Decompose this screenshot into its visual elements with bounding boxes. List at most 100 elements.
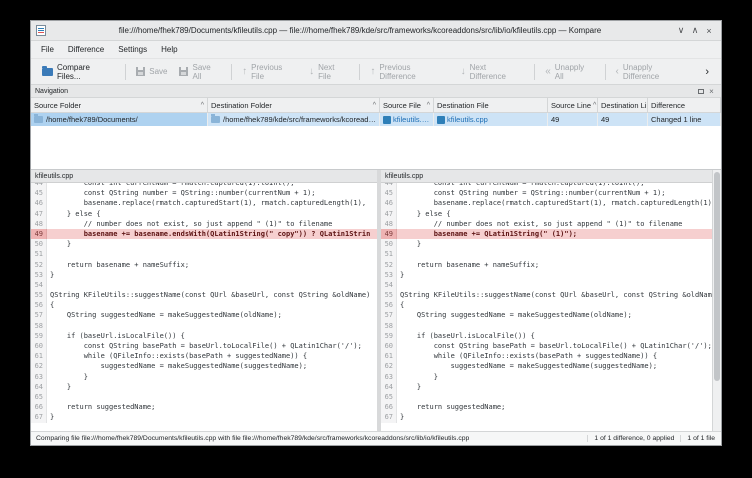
close-button[interactable]: × (702, 24, 716, 38)
code-line[interactable]: 50 } (381, 239, 712, 249)
code-line[interactable]: 58 (381, 321, 712, 331)
code-text: // number does not exist, so just append… (47, 219, 332, 229)
code-text: QString KFileUtils::suggestName(const QU… (47, 290, 370, 300)
navigation-row[interactable]: /home/fhek789/Documents/ /home/fhek789/k… (31, 113, 721, 126)
code-line[interactable]: 61 while (QFileInfo::exists(basePath + s… (31, 351, 377, 361)
code-line[interactable]: 51 (31, 249, 377, 259)
maximize-button[interactable]: ∧ (688, 24, 702, 38)
source-line-cell[interactable]: 49 (548, 113, 598, 126)
code-line[interactable]: 45 const QString number = QString::numbe… (381, 188, 712, 198)
line-number: 56 (31, 300, 47, 310)
code-line[interactable]: 47 } else { (31, 209, 377, 219)
source-folder-cell[interactable]: /home/fhek789/Documents/ (31, 113, 208, 126)
column-header-source-line[interactable]: Source Line ^ (548, 98, 598, 113)
line-number: 55 (381, 290, 397, 300)
diff-line[interactable]: 49 basename += basename.endsWith(QLatin1… (31, 229, 377, 239)
line-number: 57 (381, 310, 397, 320)
column-header-difference[interactable]: Difference (648, 98, 721, 113)
menu-file[interactable]: File (34, 43, 61, 56)
menu-settings[interactable]: Settings (111, 43, 154, 56)
code-line[interactable]: 50 } (31, 239, 377, 249)
code-text (47, 392, 50, 402)
float-icon[interactable] (695, 87, 706, 96)
destination-file-cell[interactable]: kfileutils.cpp (434, 113, 548, 126)
column-header-source-file[interactable]: Source File ^ (380, 98, 434, 113)
line-number: 48 (31, 219, 47, 229)
code-line[interactable]: 53} (381, 270, 712, 280)
navigation-table-header: Source Folder ^ Destination Folder ^ Sou… (31, 98, 721, 113)
column-header-destination-file[interactable]: Destination File (434, 98, 548, 113)
menu-difference[interactable]: Difference (61, 43, 111, 56)
source-code-view[interactable]: 44 const int currentNum = rmatch.capture… (31, 183, 377, 431)
unapply-difference-button[interactable]: ‹ Unapply Difference (611, 60, 696, 84)
line-number: 62 (31, 361, 47, 371)
previous-file-button[interactable]: ↑ Previous File (237, 60, 302, 84)
compare-files-button[interactable]: Compare Files... (37, 60, 120, 84)
save-button[interactable]: Save (131, 64, 172, 79)
code-line[interactable]: 63 } (31, 372, 377, 382)
dock-close-icon[interactable]: × (706, 87, 717, 96)
code-line[interactable]: 48 // number does not exist, so just app… (31, 219, 377, 229)
destination-code-view[interactable]: 44 const int currentNum = rmatch.capture… (381, 183, 712, 431)
code-line[interactable]: 63 } (381, 372, 712, 382)
next-difference-button[interactable]: ↓ Next Difference (456, 60, 530, 84)
cpp-file-icon (437, 116, 445, 124)
code-line[interactable]: 56{ (381, 300, 712, 310)
code-line[interactable]: 58 (31, 321, 377, 331)
minimize-button[interactable]: ∨ (674, 24, 688, 38)
line-number: 67 (31, 412, 47, 422)
column-header-destination-line[interactable]: Destination Lin (598, 98, 648, 113)
save-all-button[interactable]: Save All (174, 60, 226, 84)
line-number: 58 (381, 321, 397, 331)
code-line[interactable]: 51 (381, 249, 712, 259)
code-line[interactable]: 54 (381, 280, 712, 290)
line-number: 60 (381, 341, 397, 351)
code-line[interactable]: 57 QString suggestedName = makeSuggested… (31, 310, 377, 320)
code-line[interactable]: 61 while (QFileInfo::exists(basePath + s… (381, 351, 712, 361)
code-line[interactable]: 56{ (31, 300, 377, 310)
code-line[interactable]: 52 return basename + nameSuffix; (31, 260, 377, 270)
code-line[interactable]: 55QString KFileUtils::suggestName(const … (381, 290, 712, 300)
diff-line[interactable]: 49 basename += QLatin1String(" (1)"); (381, 229, 712, 239)
code-line[interactable]: 65 (381, 392, 712, 402)
code-line[interactable]: 55QString KFileUtils::suggestName(const … (31, 290, 377, 300)
column-header-destination-folder[interactable]: Destination Folder ^ (208, 98, 380, 113)
column-header-source-folder[interactable]: Source Folder ^ (31, 98, 208, 113)
code-line[interactable]: 60 const QString basePath = baseUrl.toLo… (31, 341, 377, 351)
code-line[interactable]: 59 if (baseUrl.isLocalFile()) { (381, 331, 712, 341)
code-line[interactable]: 47 } else { (381, 209, 712, 219)
vertical-scrollbar[interactable] (712, 170, 721, 431)
code-line[interactable]: 46 basename.replace(rmatch.capturedStart… (381, 198, 712, 208)
code-line[interactable]: 64 } (31, 382, 377, 392)
unapply-all-button[interactable]: « Unapply All (540, 60, 599, 84)
code-line[interactable]: 62 suggestedName = makeSuggestedName(sug… (31, 361, 377, 371)
code-line[interactable]: 65 (31, 392, 377, 402)
navigation-table: Source Folder ^ Destination Folder ^ Sou… (31, 98, 721, 170)
code-line[interactable]: 66 return suggestedName; (381, 402, 712, 412)
toolbar-overflow-button[interactable]: › (699, 64, 715, 80)
code-line[interactable]: 46 basename.replace(rmatch.capturedStart… (31, 198, 377, 208)
code-line[interactable]: 57 QString suggestedName = makeSuggested… (381, 310, 712, 320)
source-file-cell[interactable]: kfileutils.cpp (380, 113, 434, 126)
next-file-button[interactable]: ↓ Next File (304, 60, 354, 84)
scrollbar-thumb[interactable] (714, 172, 720, 381)
code-line[interactable]: 48 // number does not exist, so just app… (381, 219, 712, 229)
difference-cell[interactable]: Changed 1 line (648, 113, 721, 126)
menu-help[interactable]: Help (154, 43, 184, 56)
code-line[interactable]: 62 suggestedName = makeSuggestedName(sug… (381, 361, 712, 371)
line-number: 53 (381, 270, 397, 280)
code-line[interactable]: 53} (31, 270, 377, 280)
destination-line-cell[interactable]: 49 (598, 113, 648, 126)
code-line[interactable]: 64 } (381, 382, 712, 392)
code-line[interactable]: 67} (381, 412, 712, 422)
line-number: 57 (31, 310, 47, 320)
code-line[interactable]: 66 return suggestedName; (31, 402, 377, 412)
code-line[interactable]: 54 (31, 280, 377, 290)
code-line[interactable]: 52 return basename + nameSuffix; (381, 260, 712, 270)
code-line[interactable]: 67} (31, 412, 377, 422)
previous-difference-button[interactable]: ↑ Previous Difference (365, 60, 453, 84)
code-line[interactable]: 59 if (baseUrl.isLocalFile()) { (31, 331, 377, 341)
code-line[interactable]: 45 const QString number = QString::numbe… (31, 188, 377, 198)
destination-folder-cell[interactable]: /home/fhek789/kde/src/frameworks/kcoread… (208, 113, 380, 126)
code-line[interactable]: 60 const QString basePath = baseUrl.toLo… (381, 341, 712, 351)
